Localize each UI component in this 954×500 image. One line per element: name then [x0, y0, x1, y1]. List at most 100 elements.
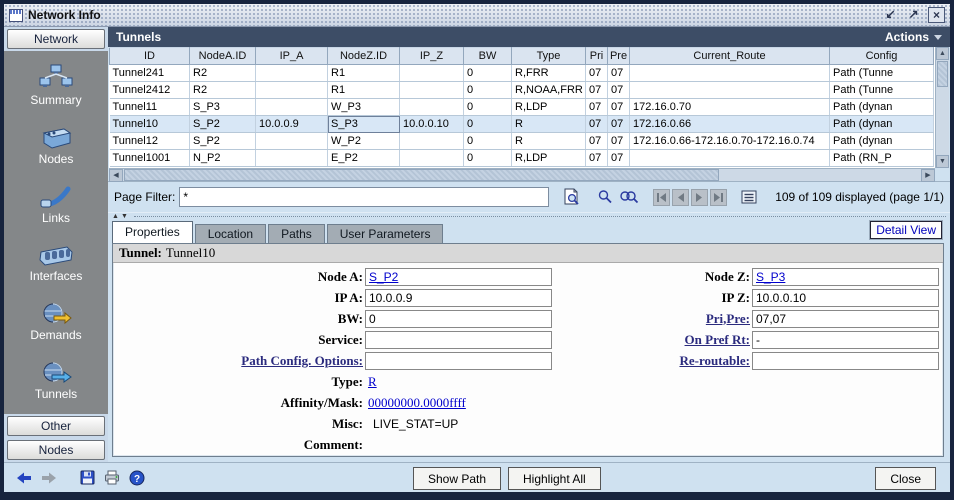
print-icon[interactable] [104, 470, 120, 485]
table-cell[interactable]: E_P2 [328, 150, 400, 167]
service-field[interactable] [365, 331, 552, 349]
table-cell[interactable]: 07 [608, 65, 630, 82]
search-again-icon[interactable] [619, 187, 639, 207]
table-cell[interactable] [630, 150, 830, 167]
table-cell[interactable]: Tunnel12 [110, 133, 190, 150]
column-header-type[interactable]: Type [512, 48, 586, 65]
table-cell[interactable] [400, 150, 464, 167]
vertical-scroll-thumb[interactable] [937, 61, 948, 87]
table-cell[interactable] [256, 150, 328, 167]
column-header-id[interactable]: ID [110, 48, 190, 65]
table-cell[interactable]: R [512, 133, 586, 150]
bw-field[interactable]: 0 [365, 310, 552, 328]
scroll-left-icon[interactable]: ◀ [109, 169, 123, 182]
node-z-link[interactable]: S_P3 [756, 270, 785, 284]
table-cell[interactable] [256, 82, 328, 99]
maximize-icon[interactable]: ↗ [905, 7, 922, 23]
table-cell[interactable]: 10.0.0.9 [256, 116, 328, 133]
table-cell[interactable]: 0 [464, 150, 512, 167]
table-cell[interactable]: Path (RN_P [830, 150, 934, 167]
table-cell[interactable] [630, 82, 830, 99]
table-cell[interactable]: Path (dynan [830, 99, 934, 116]
table-cell[interactable]: 07 [608, 82, 630, 99]
forward-icon[interactable] [41, 471, 57, 485]
vertical-scrollbar[interactable]: ▲ ▼ [935, 47, 949, 168]
minimize-icon[interactable]: ↙ [882, 7, 899, 23]
column-header-nodez.id[interactable]: NodeZ.ID [328, 48, 400, 65]
table-cell[interactable]: Tunnel1001 [110, 150, 190, 167]
horizontal-scroll-track[interactable] [720, 169, 921, 181]
table-cell[interactable]: R2 [190, 65, 256, 82]
table-row[interactable]: Tunnel11S_P3W_P30R,LDP0707172.16.0.70Pat… [110, 99, 934, 116]
table-cell[interactable]: Path (dynan [830, 133, 934, 150]
table-cell[interactable]: W_P3 [328, 99, 400, 116]
horizontal-scrollbar[interactable]: ◀ ▶ [109, 168, 935, 181]
table-cell[interactable] [400, 99, 464, 116]
ip-a-field[interactable]: 10.0.0.9 [365, 289, 552, 307]
table-cell[interactable]: R1 [328, 82, 400, 99]
first-page-icon[interactable] [653, 189, 670, 206]
pri-pre-field[interactable]: 07,07 [752, 310, 939, 328]
table-cell[interactable] [400, 133, 464, 150]
table-cell[interactable]: R1 [328, 65, 400, 82]
table-cell[interactable]: 07 [608, 99, 630, 116]
show-path-button[interactable]: Show Path [413, 467, 501, 490]
table-cell[interactable]: 07 [608, 133, 630, 150]
table-cell[interactable]: 0 [464, 99, 512, 116]
tab-paths[interactable]: Paths [268, 224, 325, 243]
re-routable-label-link[interactable]: Re-routable: [552, 353, 752, 369]
save-icon[interactable] [80, 470, 95, 485]
table-cell[interactable]: S_P2 [190, 133, 256, 150]
detail-view-button[interactable]: Detail View [870, 221, 942, 239]
table-cell[interactable] [400, 65, 464, 82]
table-cell[interactable]: Path (dynan [830, 116, 934, 133]
sidebar-group-network[interactable]: Network [7, 29, 105, 49]
sidebar-item-interfaces[interactable]: Interfaces [30, 244, 83, 283]
table-cell[interactable] [256, 99, 328, 116]
table-cell[interactable]: 07 [608, 150, 630, 167]
table-cell[interactable]: 07 [586, 65, 608, 82]
previous-page-icon[interactable] [672, 189, 689, 206]
actions-menu-button[interactable]: Actions [885, 30, 942, 44]
re-routable-field[interactable] [752, 352, 939, 370]
table-row[interactable]: Tunnel241R2R10R,FRR0707Path (Tunne [110, 65, 934, 82]
table-cell[interactable]: S_P3 [190, 99, 256, 116]
column-header-ip_a[interactable]: IP_A [256, 48, 328, 65]
split-pane-divider[interactable]: ▲ ▼ [108, 212, 950, 220]
table-cell[interactable]: W_P2 [328, 133, 400, 150]
table-cell[interactable]: Path (Tunne [830, 65, 934, 82]
table-cell[interactable]: 0 [464, 133, 512, 150]
table-cell[interactable]: S_P3 [328, 116, 400, 133]
type-value-link[interactable]: R [368, 374, 377, 389]
filter-preview-icon[interactable] [561, 187, 581, 207]
page-filter-input[interactable] [179, 187, 549, 207]
table-cell[interactable]: 172.16.0.70 [630, 99, 830, 116]
column-header-nodea.id[interactable]: NodeA.ID [190, 48, 256, 65]
affinity-mask-value-link[interactable]: 00000000.0000ffff [368, 395, 466, 410]
node-z-field[interactable]: S_P3 [752, 268, 939, 286]
vertical-scroll-track[interactable] [936, 88, 949, 155]
column-header-pre[interactable]: Pre [608, 48, 630, 65]
scroll-down-icon[interactable]: ▼ [936, 155, 949, 168]
table-cell[interactable]: 07 [608, 116, 630, 133]
tab-location[interactable]: Location [195, 224, 266, 243]
on-pref-rt-label-link[interactable]: On Pref Rt: [552, 332, 752, 348]
path-config-options-label-link[interactable]: Path Config. Options: [113, 353, 365, 369]
table-cell[interactable]: 07 [586, 82, 608, 99]
path-config-options-field[interactable] [365, 352, 552, 370]
table-cell[interactable]: R,LDP [512, 99, 586, 116]
last-page-icon[interactable] [710, 189, 727, 206]
sidebar-item-tunnels[interactable]: Tunnels [35, 360, 77, 401]
table-row[interactable]: Tunnel10S_P210.0.0.9S_P310.0.0.100R07071… [110, 116, 934, 133]
table-cell[interactable]: 172.16.0.66-172.16.0.70-172.16.0.74 [630, 133, 830, 150]
ip-z-field[interactable]: 10.0.0.10 [752, 289, 939, 307]
highlight-all-button[interactable]: Highlight All [508, 467, 601, 490]
table-cell[interactable]: Tunnel10 [110, 116, 190, 133]
scroll-right-icon[interactable]: ▶ [921, 169, 935, 182]
table-cell[interactable] [256, 133, 328, 150]
table-cell[interactable]: 172.16.0.66 [630, 116, 830, 133]
table-cell[interactable]: Tunnel2412 [110, 82, 190, 99]
sidebar-item-nodes[interactable]: Nodes [38, 125, 74, 166]
table-cell[interactable]: 0 [464, 82, 512, 99]
table-cell[interactable]: R,NOAA,FRR [512, 82, 586, 99]
